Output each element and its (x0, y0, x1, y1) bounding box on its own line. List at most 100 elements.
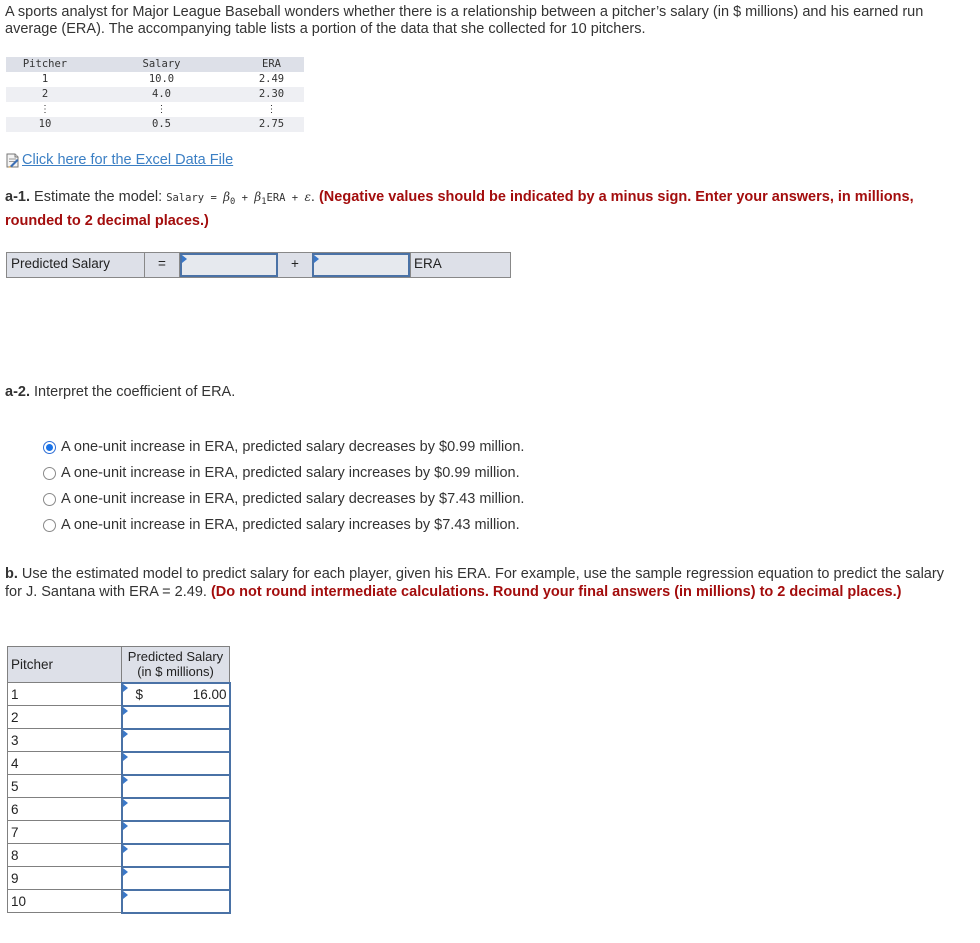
cell-salary: 4.0 (84, 87, 239, 102)
cell-pitcher: 10 (6, 117, 84, 132)
cell-era: 2.30 (239, 87, 304, 102)
predictions-table: Pitcher Predicted Salary (in $ millions)… (7, 646, 231, 914)
option-1[interactable]: A one-unit increase in ERA, predicted sa… (43, 434, 524, 460)
header-pitcher: Pitcher (7, 646, 122, 683)
prediction-row: 6 (7, 796, 231, 822)
input-flag-icon (122, 890, 128, 899)
cell-salary: 10.0 (148, 73, 175, 85)
predicted-salary-input[interactable] (120, 704, 231, 730)
currency-symbol: $ (135, 686, 144, 702)
question-b-label: b. (5, 566, 18, 582)
cell-vdots: ⋮ (156, 104, 167, 115)
salary-input[interactable] (122, 844, 229, 866)
salary-input[interactable] (122, 775, 229, 797)
pitcher-number: 6 (7, 797, 122, 821)
pitcher-number: 1 (7, 682, 122, 706)
pitcher-number: 8 (7, 843, 122, 867)
interpretation-options: A one-unit increase in ERA, predicted sa… (43, 434, 524, 538)
question-a2-label: a-2. (5, 384, 30, 400)
predicted-salary-input[interactable] (120, 796, 231, 822)
data-table-row-ellipsis: ⋮ ⋮ ⋮ (6, 102, 304, 117)
cell-salary: 0.5 (84, 117, 239, 132)
spreadsheet-file-icon (5, 153, 20, 168)
equation-label: Predicted Salary (7, 253, 145, 277)
predicted-salary-input[interactable] (120, 773, 231, 799)
regression-equation-row: Predicted Salary = + ERA (6, 252, 511, 278)
salary-input[interactable] (122, 890, 229, 912)
cell-vdots: ⋮ (40, 104, 50, 115)
predicted-salary-input[interactable] (120, 727, 231, 753)
input-flag-icon (122, 729, 128, 738)
prediction-row: 9 (7, 865, 231, 891)
equals-sign: = (145, 253, 180, 277)
model-plus: + (235, 192, 255, 204)
salary-input[interactable] (122, 729, 229, 751)
excel-data-link[interactable]: Click here for the Excel Data File (5, 152, 233, 168)
prediction-row: 3 (7, 727, 231, 753)
question-b-instruction: (Do not round intermediate calculations.… (210, 583, 902, 600)
input-flag-icon (122, 775, 128, 784)
data-table-row: 2 4.0 2.30 (6, 87, 304, 102)
salary-input[interactable] (122, 752, 229, 774)
input-flag-icon (314, 255, 319, 263)
salary-input[interactable] (122, 821, 229, 843)
question-a1-text: Estimate the model: (30, 189, 167, 205)
cell-vdots: ⋮ (266, 104, 277, 115)
prediction-row: 4 (7, 750, 231, 776)
pitcher-number: 3 (7, 728, 122, 752)
model-code: Salary = β0 + β1ERA + ε (166, 190, 311, 207)
input-flag-icon (122, 798, 128, 807)
predicted-salary-input[interactable] (120, 819, 231, 845)
radio-unselected[interactable] (43, 518, 56, 532)
predicted-salary-input[interactable] (120, 888, 231, 914)
predicted-salary-input[interactable] (120, 750, 231, 776)
input-flag-icon (122, 752, 128, 761)
option-label: A one-unit increase in ERA, predicted sa… (61, 465, 520, 481)
prediction-row: 2 (7, 704, 231, 730)
intercept-input[interactable] (182, 255, 276, 276)
option-2[interactable]: A one-unit increase in ERA, predicted sa… (43, 460, 524, 486)
predictions-header: Pitcher Predicted Salary (in $ millions) (7, 646, 230, 683)
col-header-era: ERA (239, 57, 304, 72)
pitcher-number: 10 (7, 889, 122, 913)
cell-era: 2.49 (258, 73, 285, 85)
predicted-salary-value[interactable]: 16.00 (193, 687, 227, 702)
intercept-input-cell[interactable] (180, 253, 278, 277)
beta0-symbol: β (223, 190, 231, 204)
salary-input[interactable] (122, 706, 229, 728)
pitcher-number: 4 (7, 751, 122, 775)
header-predicted-salary: Predicted Salary (in $ millions) (121, 646, 230, 683)
equation-variable: ERA (410, 253, 510, 277)
plus-sign: + (291, 256, 299, 271)
data-table-row: 10 0.5 2.75 (6, 117, 304, 132)
model-era: ERA + (266, 192, 305, 204)
data-table-row: 1 10.0 2.49 (6, 72, 304, 87)
header-line-1: Predicted Salary (127, 649, 224, 665)
cell-pitcher: 2 (6, 87, 84, 102)
model-salary: Salary = (166, 192, 224, 204)
question-a1: a-1. Estimate the model: Salary = β0 + β… (5, 188, 965, 231)
slope-input[interactable] (314, 255, 408, 276)
predicted-salary-input[interactable] (120, 842, 231, 868)
slope-input-cell[interactable] (312, 253, 410, 277)
question-a1-label: a-1. (5, 189, 30, 205)
predicted-salary-input[interactable] (120, 865, 231, 891)
excel-data-link-text[interactable]: Click here for the Excel Data File (22, 152, 233, 168)
input-flag-icon (122, 821, 128, 830)
option-4[interactable]: A one-unit increase in ERA, predicted sa… (43, 512, 524, 538)
radio-unselected[interactable] (43, 492, 56, 506)
radio-unselected[interactable] (43, 466, 56, 480)
salary-input[interactable] (122, 798, 229, 820)
option-label: A one-unit increase in ERA, predicted sa… (61, 517, 520, 533)
option-3[interactable]: A one-unit increase in ERA, predicted sa… (43, 486, 524, 512)
salary-input[interactable] (122, 867, 229, 889)
period: . (310, 189, 319, 205)
input-flag-icon (122, 683, 128, 692)
cell-pitcher: 1 (41, 73, 49, 85)
pitcher-number: 2 (7, 705, 122, 729)
data-table: Pitcher Salary ERA 1 10.0 2.49 2 4.0 2.3… (6, 57, 304, 132)
question-a2-text: Interpret the coefficient of ERA. (30, 384, 236, 400)
predicted-salary-input[interactable]: $ 16.00 (120, 681, 231, 707)
input-flag-icon (122, 844, 128, 853)
radio-selected[interactable] (43, 440, 56, 454)
